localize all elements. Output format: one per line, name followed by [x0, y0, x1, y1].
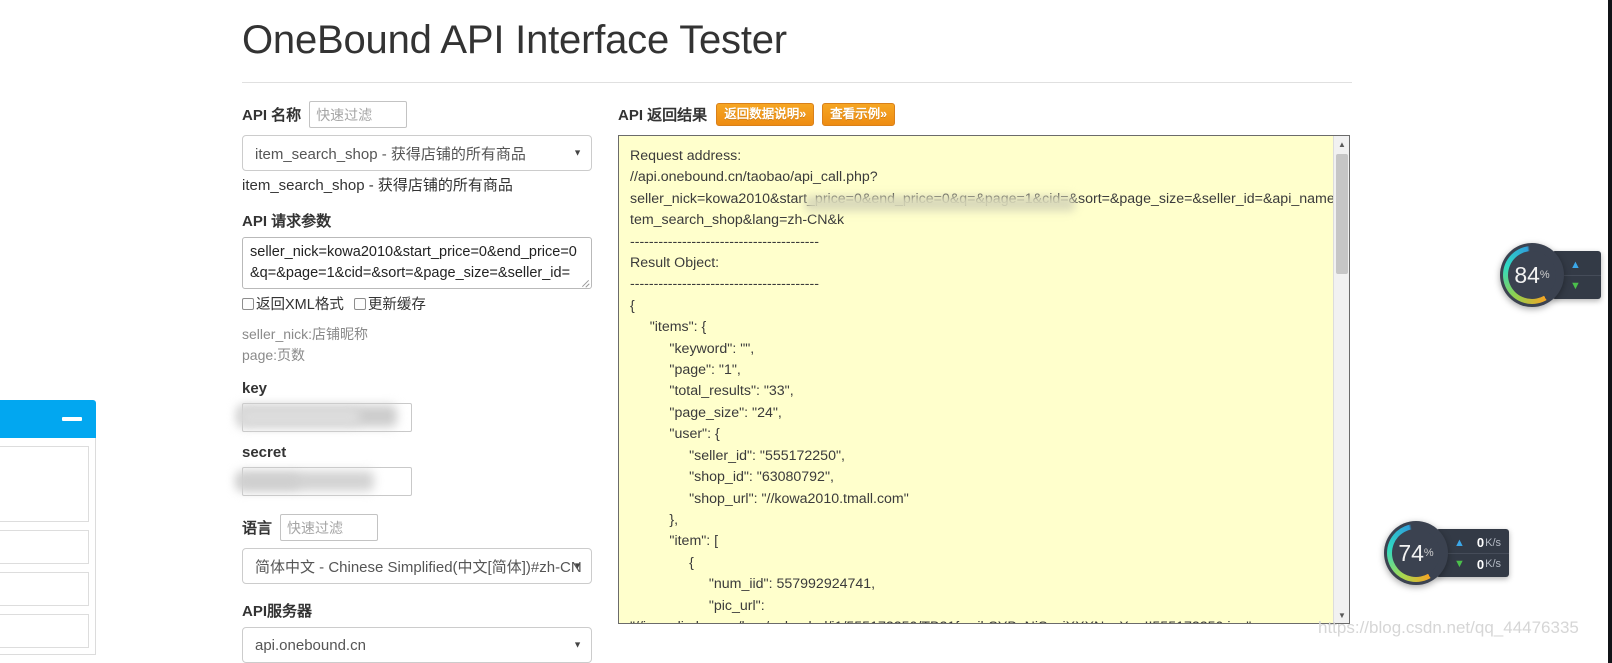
result-column: API 返回结果 返回数据说明» 查看示例» Request address: …: [618, 101, 1352, 624]
perf-widget-bottom[interactable]: 74% ▲ 0 K/s ▼ 0 K/s: [1384, 521, 1510, 585]
request-params-wrap: seller_nick=kowa2010&start_price=0&end_p…: [242, 237, 592, 289]
secret-label: secret: [242, 444, 287, 461]
api-server-selected-value: api.onebound.cn: [255, 636, 366, 654]
perf-widget-top[interactable]: 84% ▲ ▼: [1500, 243, 1601, 307]
chat-widget-body: 我们会尽快与您: [0, 438, 96, 655]
cpu-gauge-bottom[interactable]: 74%: [1384, 521, 1448, 585]
param-hint-seller-nick: seller_nick:店铺昵称: [242, 326, 369, 342]
download-rate-value: 0: [1476, 556, 1485, 572]
download-rate-unit: K/s: [1485, 558, 1502, 570]
api-name-select[interactable]: item_search_shop - 获得店铺的所有商品 ▼: [242, 135, 592, 171]
chat-widget-header[interactable]: [0, 400, 96, 438]
language-header: 语言: [242, 514, 594, 541]
chat-input-field-3[interactable]: [0, 614, 89, 648]
upload-rate-value: 0: [1476, 535, 1485, 550]
chat-input-field-2[interactable]: [0, 572, 89, 606]
api-server-label: API服务器: [242, 603, 313, 620]
api-name-filter-input[interactable]: [309, 101, 408, 128]
secret-redaction-overlay-2: [238, 475, 300, 488]
checkbox-icon-cache[interactable]: [353, 297, 366, 310]
chevron-down-icon: ▼: [573, 639, 582, 650]
screen-edge-strip: [1608, 0, 1612, 663]
title-divider: [242, 82, 1352, 83]
xml-format-label: 返回XML格式: [256, 297, 344, 313]
result-scrollbar[interactable]: ▲ ▼: [1333, 136, 1349, 623]
chevron-down-icon: ▼: [573, 560, 582, 571]
arrow-down-icon: ▼: [1454, 558, 1465, 570]
scroll-up-arrow-icon[interactable]: ▲: [1334, 136, 1349, 152]
chat-widget: 我们会尽快与您: [0, 400, 96, 655]
app-root: OneBound API Interface Tester API 名称 ite…: [0, 0, 1612, 663]
param-hint-page: page:页数: [242, 347, 306, 363]
watermark: https://blog.csdn.net/qq_44476335: [1318, 618, 1579, 637]
key-field-wrap: [237, 403, 412, 432]
key-redaction-overlay-2: [240, 409, 360, 425]
language-filter-input[interactable]: [280, 514, 379, 541]
arrow-up-icon: ▲: [1570, 258, 1581, 271]
chat-input-field-1[interactable]: [0, 530, 89, 564]
api-name-label: API 名称: [242, 107, 302, 124]
cpu-gauge-top-value: 84: [1514, 261, 1540, 288]
language-selected-value: 简体中文 - Chinese Simplified(中文[简体])#zh-CN: [255, 558, 582, 576]
form-column: API 名称 item_search_shop - 获得店铺的所有商品 ▼ it…: [236, 101, 594, 663]
result-output-box: Request address: //api.onebound.cn/taoba…: [618, 135, 1350, 624]
xml-format-checkbox-row[interactable]: 返回XML格式: [242, 293, 344, 314]
chat-message: 我们会尽快与您: [0, 446, 89, 522]
request-params-label: API 请求参数: [242, 213, 332, 230]
request-options: 返回XML格式 更新缓存: [242, 293, 594, 314]
api-name-header: API 名称: [242, 101, 594, 128]
request-params-textarea[interactable]: seller_nick=kowa2010&start_price=0&end_p…: [242, 237, 592, 289]
cpu-gauge-bottom-value: 74: [1398, 539, 1424, 566]
chevron-down-icon: ▼: [573, 147, 582, 158]
checkbox-icon-xml[interactable]: [242, 297, 254, 310]
api-name-description: item_search_shop - 获得店铺的所有商品: [242, 177, 513, 194]
upload-rate-unit: K/s: [1485, 536, 1502, 549]
api-server-select[interactable]: api.onebound.cn ▼: [242, 627, 592, 663]
update-cache-label: 更新缓存: [367, 297, 426, 313]
update-cache-checkbox-row[interactable]: 更新缓存: [353, 293, 426, 314]
language-label: 语言: [242, 520, 273, 537]
cpu-gauge-top-unit: %: [1539, 269, 1550, 281]
minimize-icon[interactable]: [62, 417, 82, 421]
main-container: OneBound API Interface Tester API 名称 ite…: [236, 0, 1352, 663]
data-description-button[interactable]: 返回数据说明»: [716, 102, 815, 126]
cpu-gauge-top[interactable]: 84%: [1500, 243, 1564, 307]
scrollbar-thumb[interactable]: [1336, 154, 1348, 274]
cpu-gauge-bottom-unit: %: [1423, 547, 1434, 559]
key-label: key: [242, 380, 268, 397]
view-example-button[interactable]: 查看示例»: [822, 102, 896, 126]
api-name-selected-value: item_search_shop - 获得店铺的所有商品: [255, 145, 526, 163]
result-label: API 返回结果: [618, 106, 708, 124]
result-header: API 返回结果 返回数据说明» 查看示例»: [618, 101, 1352, 127]
page-title: OneBound API Interface Tester: [242, 18, 787, 62]
content-row: API 名称 item_search_shop - 获得店铺的所有商品 ▼ it…: [236, 101, 1352, 663]
request-key-redaction-overlay: [805, 196, 1075, 211]
arrow-up-icon: ▲: [1454, 536, 1465, 549]
secret-field-wrap: [236, 467, 412, 496]
arrow-down-icon: ▼: [1570, 280, 1581, 292]
language-select[interactable]: 简体中文 - Chinese Simplified(中文[简体])#zh-CN …: [242, 548, 592, 584]
